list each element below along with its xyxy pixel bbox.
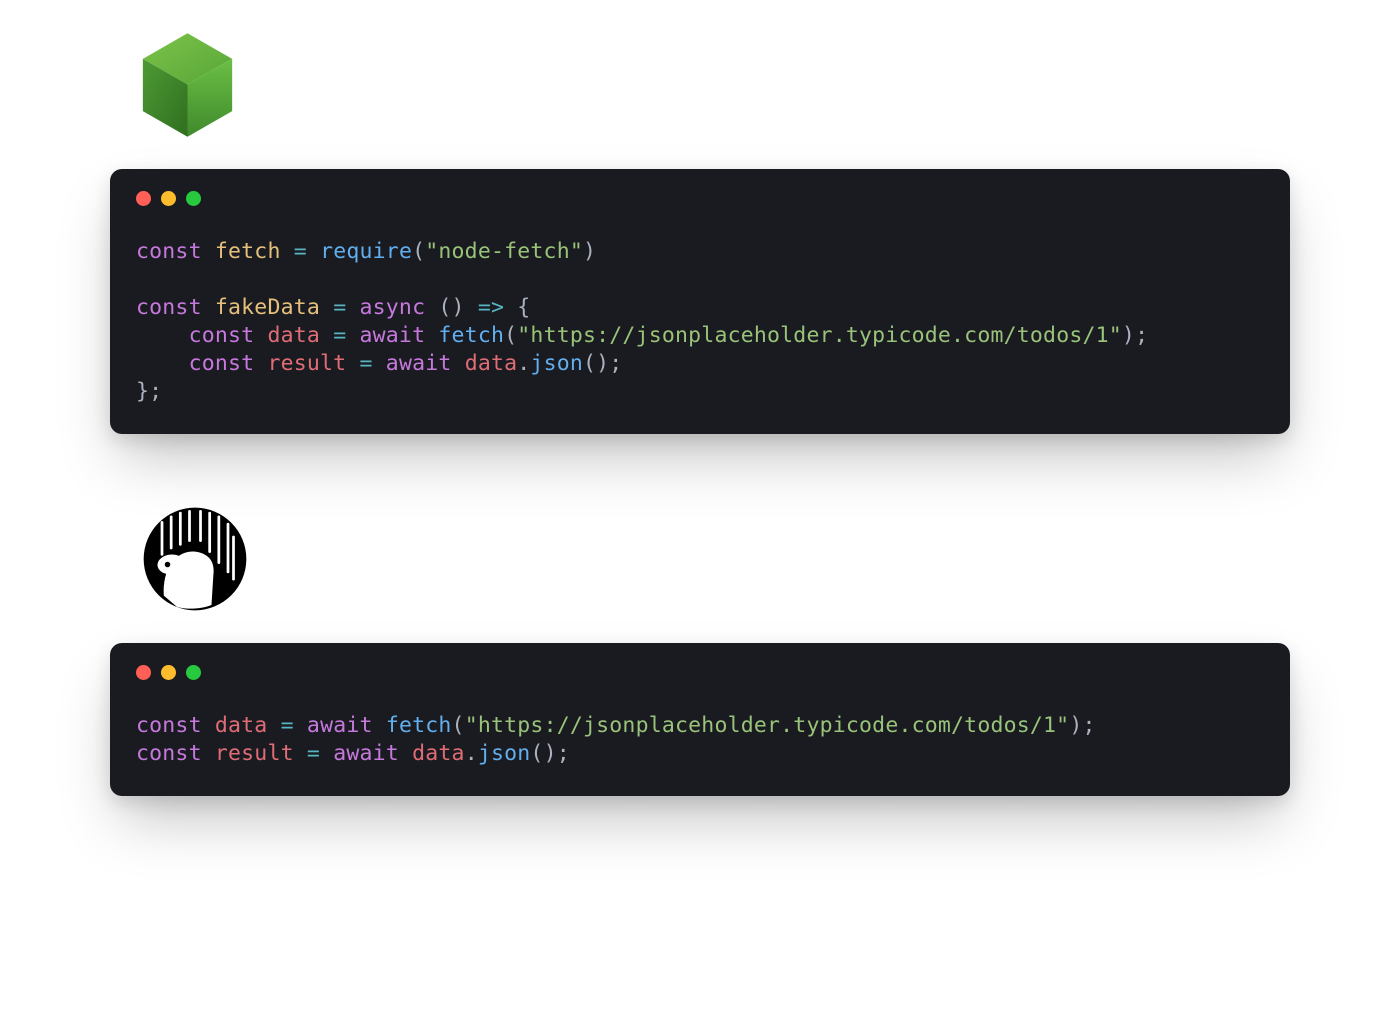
zoom-icon[interactable] [186,665,201,680]
node-code: const fetch = require("node-fetch") cons… [136,238,1264,406]
comparison-canvas: const fetch = require("node-fetch") cons… [0,0,1400,836]
window-traffic-lights [136,191,1264,206]
node-hex-icon [140,30,235,140]
deno-code-window: const data = await fetch("https://jsonpl… [110,643,1290,796]
deno-circle-icon [140,504,250,614]
deno-code: const data = await fetch("https://jsonpl… [136,712,1264,768]
node-logo-wrap [140,30,1290,144]
zoom-icon[interactable] [186,191,201,206]
minimize-icon[interactable] [161,191,176,206]
minimize-icon[interactable] [161,665,176,680]
deno-logo-wrap [140,504,1290,618]
window-traffic-lights [136,665,1264,680]
close-icon[interactable] [136,665,151,680]
close-icon[interactable] [136,191,151,206]
node-code-window: const fetch = require("node-fetch") cons… [110,169,1290,434]
